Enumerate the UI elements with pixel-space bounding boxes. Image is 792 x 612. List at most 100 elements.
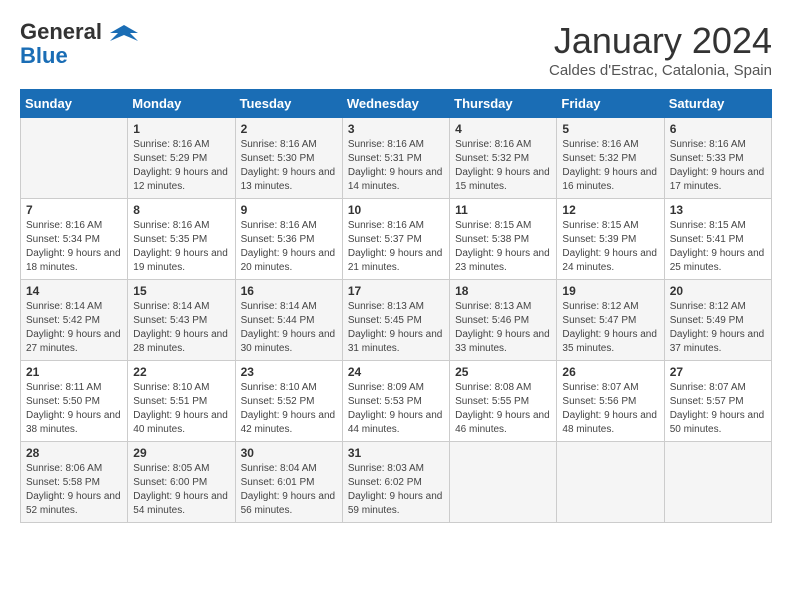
day-number: 26 <box>562 365 658 379</box>
weekday-header-friday: Friday <box>557 90 664 118</box>
day-number: 21 <box>26 365 122 379</box>
calendar-cell: 10 Sunrise: 8:16 AMSunset: 5:37 PMDayligh… <box>342 199 449 280</box>
calendar-cell: 2Sunrise: 8:16 AMSunset: 5:30 PMDaylight… <box>235 118 342 199</box>
cell-content: Sunrise: 8:05 AMSunset: 6:00 PMDaylight:… <box>133 462 229 518</box>
calendar-cell: 20 Sunrise: 8:12 AMSunset: 5:49 PMDayligh… <box>664 280 771 361</box>
calendar-cell: 5 Sunrise: 8:16 AMSunset: 5:32 PMDaylight… <box>557 118 664 199</box>
cell-content: Sunrise: 8:03 AMSunset: 6:02 PMDaylight:… <box>348 462 444 518</box>
calendar-cell <box>557 442 664 523</box>
calendar-cell: 9Sunrise: 8:16 AMSunset: 5:36 PMDaylight… <box>235 199 342 280</box>
cell-content: Sunrise: 8:16 AMSunset: 5:29 PMDaylight:… <box>133 138 229 194</box>
day-number: 6 <box>670 122 766 136</box>
day-number: 20 <box>670 284 766 298</box>
cell-content: Sunrise: 8:08 AMSunset: 5:55 PMDaylight:… <box>455 381 551 437</box>
cell-content: Sunrise: 8:04 AMSunset: 6:01 PMDaylight:… <box>241 462 337 518</box>
day-number: 17 <box>348 284 444 298</box>
weekday-header-sunday: Sunday <box>21 90 128 118</box>
day-number: 29 <box>133 446 229 460</box>
calendar-week-3: 14 Sunrise: 8:14 AMSunset: 5:42 PMDayligh… <box>21 280 772 361</box>
day-number: 31 <box>348 446 444 460</box>
logo: General Blue <box>20 20 138 68</box>
calendar-cell: 1 Sunrise: 8:16 AMSunset: 5:29 PMDaylight… <box>128 118 235 199</box>
cell-content: Sunrise: 8:14 AMSunset: 5:43 PMDaylight:… <box>133 300 229 356</box>
weekday-header-wednesday: Wednesday <box>342 90 449 118</box>
calendar-cell: 11Sunrise: 8:15 AMSunset: 5:38 PMDayligh… <box>450 199 557 280</box>
cell-content: Sunrise: 8:15 AMSunset: 5:39 PMDaylight:… <box>562 219 658 275</box>
day-number: 7 <box>26 203 122 217</box>
cell-content: Sunrise: 8:14 AMSunset: 5:42 PMDaylight:… <box>26 300 122 356</box>
calendar-cell: 6 Sunrise: 8:16 AMSunset: 5:33 PMDaylight… <box>664 118 771 199</box>
day-number: 23 <box>241 365 337 379</box>
cell-content: Sunrise: 8:15 AMSunset: 5:38 PMDaylight:… <box>455 219 551 275</box>
cell-content: Sunrise: 8:07 AMSunset: 5:56 PMDaylight:… <box>562 381 658 437</box>
day-number: 25 <box>455 365 551 379</box>
calendar-cell: 12 Sunrise: 8:15 AMSunset: 5:39 PMDayligh… <box>557 199 664 280</box>
calendar-cell: 23 Sunrise: 8:10 AMSunset: 5:52 PMDayligh… <box>235 361 342 442</box>
logo-bird-icon <box>110 23 138 43</box>
calendar-week-2: 7 Sunrise: 8:16 AMSunset: 5:34 PMDaylight… <box>21 199 772 280</box>
cell-content: Sunrise: 8:10 AMSunset: 5:52 PMDaylight:… <box>241 381 337 437</box>
calendar-cell: 17Sunrise: 8:13 AMSunset: 5:45 PMDayligh… <box>342 280 449 361</box>
calendar-cell: 4 Sunrise: 8:16 AMSunset: 5:32 PMDaylight… <box>450 118 557 199</box>
calendar-cell: 3Sunrise: 8:16 AMSunset: 5:31 PMDaylight… <box>342 118 449 199</box>
calendar-cell <box>450 442 557 523</box>
calendar-cell: 14 Sunrise: 8:14 AMSunset: 5:42 PMDayligh… <box>21 280 128 361</box>
cell-content: Sunrise: 8:16 AMSunset: 5:32 PMDaylight:… <box>455 138 551 194</box>
day-number: 14 <box>26 284 122 298</box>
cell-content: Sunrise: 8:07 AMSunset: 5:57 PMDaylight:… <box>670 381 766 437</box>
calendar-cell: 18Sunrise: 8:13 AMSunset: 5:46 PMDayligh… <box>450 280 557 361</box>
calendar-cell: 21Sunrise: 8:11 AMSunset: 5:50 PMDayligh… <box>21 361 128 442</box>
cell-content: Sunrise: 8:16 AMSunset: 5:34 PMDaylight:… <box>26 219 122 275</box>
cell-content: Sunrise: 8:12 AMSunset: 5:47 PMDaylight:… <box>562 300 658 356</box>
day-number: 30 <box>241 446 337 460</box>
day-number: 24 <box>348 365 444 379</box>
day-number: 12 <box>562 203 658 217</box>
day-number: 1 <box>133 122 229 136</box>
weekday-header-thursday: Thursday <box>450 90 557 118</box>
calendar-cell <box>21 118 128 199</box>
weekday-header-monday: Monday <box>128 90 235 118</box>
calendar-cell: 27 Sunrise: 8:07 AMSunset: 5:57 PMDayligh… <box>664 361 771 442</box>
location: Caldes d'Estrac, Catalonia, Spain <box>549 62 772 79</box>
title-section: January 2024 Caldes d'Estrac, Catalonia,… <box>549 20 772 79</box>
day-number: 16 <box>241 284 337 298</box>
cell-content: Sunrise: 8:16 AMSunset: 5:32 PMDaylight:… <box>562 138 658 194</box>
cell-content: Sunrise: 8:16 AMSunset: 5:33 PMDaylight:… <box>670 138 766 194</box>
day-number: 10 <box>348 203 444 217</box>
calendar-body: 1 Sunrise: 8:16 AMSunset: 5:29 PMDaylight… <box>21 118 772 523</box>
calendar-cell: 30 Sunrise: 8:04 AMSunset: 6:01 PMDayligh… <box>235 442 342 523</box>
day-number: 18 <box>455 284 551 298</box>
page-header: General Blue January 2024 Caldes d'Estra… <box>20 20 772 79</box>
cell-content: Sunrise: 8:15 AMSunset: 5:41 PMDaylight:… <box>670 219 766 275</box>
calendar-cell: 24 Sunrise: 8:09 AMSunset: 5:53 PMDayligh… <box>342 361 449 442</box>
day-number: 19 <box>562 284 658 298</box>
calendar-cell: 26 Sunrise: 8:07 AMSunset: 5:56 PMDayligh… <box>557 361 664 442</box>
day-number: 28 <box>26 446 122 460</box>
cell-content: Sunrise: 8:12 AMSunset: 5:49 PMDaylight:… <box>670 300 766 356</box>
calendar-cell: 22 Sunrise: 8:10 AMSunset: 5:51 PMDayligh… <box>128 361 235 442</box>
cell-content: Sunrise: 8:06 AMSunset: 5:58 PMDaylight:… <box>26 462 122 518</box>
calendar-cell: 29 Sunrise: 8:05 AMSunset: 6:00 PMDayligh… <box>128 442 235 523</box>
calendar-cell: 8Sunrise: 8:16 AMSunset: 5:35 PMDaylight… <box>128 199 235 280</box>
calendar-cell: 13Sunrise: 8:15 AMSunset: 5:41 PMDayligh… <box>664 199 771 280</box>
day-number: 4 <box>455 122 551 136</box>
calendar-week-5: 28 Sunrise: 8:06 AMSunset: 5:58 PMDayligh… <box>21 442 772 523</box>
cell-content: Sunrise: 8:16 AMSunset: 5:37 PMDaylight:… <box>348 219 444 275</box>
cell-content: Sunrise: 8:10 AMSunset: 5:51 PMDaylight:… <box>133 381 229 437</box>
weekday-header-tuesday: Tuesday <box>235 90 342 118</box>
day-number: 3 <box>348 122 444 136</box>
month-title: January 2024 <box>549 20 772 62</box>
day-number: 8 <box>133 203 229 217</box>
calendar-week-1: 1 Sunrise: 8:16 AMSunset: 5:29 PMDaylight… <box>21 118 772 199</box>
calendar-cell: 15Sunrise: 8:14 AMSunset: 5:43 PMDayligh… <box>128 280 235 361</box>
cell-content: Sunrise: 8:14 AMSunset: 5:44 PMDaylight:… <box>241 300 337 356</box>
cell-content: Sunrise: 8:16 AMSunset: 5:30 PMDaylight:… <box>241 138 337 194</box>
calendar-cell: 25 Sunrise: 8:08 AMSunset: 5:55 PMDayligh… <box>450 361 557 442</box>
day-number: 27 <box>670 365 766 379</box>
day-number: 5 <box>562 122 658 136</box>
calendar-table: SundayMondayTuesdayWednesdayThursdayFrid… <box>20 89 772 523</box>
cell-content: Sunrise: 8:09 AMSunset: 5:53 PMDaylight:… <box>348 381 444 437</box>
day-number: 22 <box>133 365 229 379</box>
calendar-cell: 28 Sunrise: 8:06 AMSunset: 5:58 PMDayligh… <box>21 442 128 523</box>
calendar-week-4: 21Sunrise: 8:11 AMSunset: 5:50 PMDayligh… <box>21 361 772 442</box>
